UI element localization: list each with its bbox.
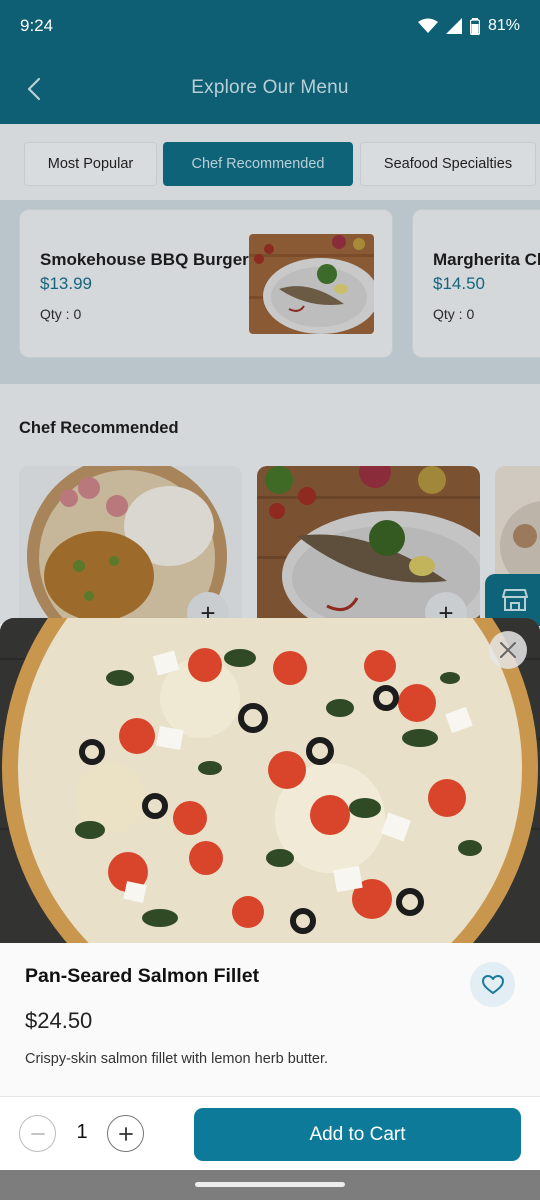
product-detail-sheet: Pan-Seared Salmon Fillet $24.50 Crispy-s…: [0, 618, 540, 1170]
product-price: $14.50: [433, 274, 485, 293]
battery-percent: 81%: [487, 17, 520, 34]
product-title: Pan-Seared Salmon Fillet: [25, 965, 260, 987]
curry-rice-tile[interactable]: +: [19, 466, 242, 624]
close-icon: [500, 642, 516, 658]
pizza-image: [0, 618, 540, 943]
minus-icon: [30, 1132, 45, 1135]
category-tabs: Most Popular Chef Recommended Seafood Sp…: [0, 124, 540, 200]
store-icon: [502, 589, 528, 611]
battery-icon: [469, 17, 480, 35]
product-qty: Qty : 0: [40, 306, 82, 322]
product-price: $24.50: [25, 1008, 93, 1033]
cart-bar: 1 Add to Cart: [0, 1096, 540, 1170]
tab-seafood-specialties[interactable]: Seafood Specialties: [360, 142, 536, 186]
product-strip: Smokehouse BBQ Burger $13.99 Qty : 0 Mar…: [0, 200, 540, 384]
status-icons: 81%: [417, 17, 520, 35]
status-time: 9:24: [20, 16, 54, 35]
tab-chef-recommended[interactable]: Chef Recommended: [163, 142, 353, 186]
decrease-quantity-button[interactable]: [19, 1115, 56, 1152]
add-to-cart-button[interactable]: Add to Cart: [194, 1108, 521, 1161]
heart-icon: [481, 974, 504, 994]
grilled-fish-tile[interactable]: +: [257, 466, 480, 624]
status-bar: 9:24 81%: [0, 0, 540, 52]
app-bar: Explore Our Menu: [0, 52, 540, 124]
close-button[interactable]: [489, 631, 527, 669]
tab-most-popular[interactable]: Most Popular: [24, 142, 157, 186]
system-nav-bar: [0, 1170, 540, 1200]
product-price: $13.99: [40, 274, 92, 293]
section-title: Chef Recommended: [19, 419, 179, 437]
product-qty: Qty : 0: [433, 306, 475, 322]
increase-quantity-button[interactable]: [107, 1115, 144, 1152]
back-arrow-icon[interactable]: [22, 76, 48, 102]
product-description: Crispy-skin salmon fillet with lemon her…: [25, 1051, 329, 1067]
quantity-value: 1: [76, 1121, 88, 1143]
product-card[interactable]: Margherita Cl $14.50 Qty : 0: [412, 209, 540, 358]
plus-icon: [118, 1126, 133, 1141]
favorite-button[interactable]: [470, 962, 515, 1007]
product-name: Margherita Cl: [433, 250, 540, 269]
product-details: Pan-Seared Salmon Fillet $24.50 Crispy-s…: [0, 943, 540, 1098]
home-handle[interactable]: [195, 1182, 345, 1187]
fish-plate-image: [249, 234, 374, 334]
signal-icon: [445, 18, 462, 34]
product-card[interactable]: Smokehouse BBQ Burger $13.99 Qty : 0: [19, 209, 393, 358]
product-name: Smokehouse BBQ Burger: [40, 250, 249, 269]
chef-recommended-section: Chef Recommended + +: [0, 384, 540, 624]
wifi-icon: [417, 18, 438, 33]
page-title: Explore Our Menu: [191, 77, 349, 98]
